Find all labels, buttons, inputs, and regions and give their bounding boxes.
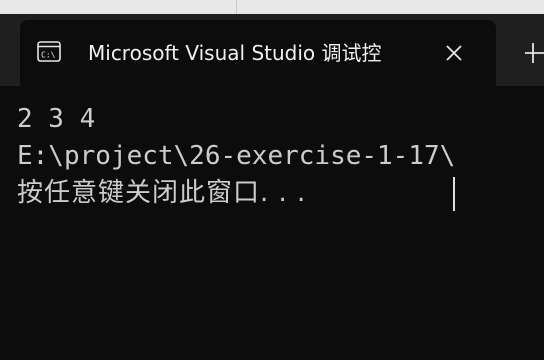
text-cursor <box>453 177 455 211</box>
console-app-icon: C:\ <box>37 41 61 62</box>
taskbar-strip <box>0 0 544 14</box>
console-line: E:\project\26-exercise-1-17\ <box>17 141 456 171</box>
console-output[interactable]: 2 3 4 E:\project\26-exercise-1-17\ 按任意键关… <box>0 86 544 360</box>
console-line: 2 3 4 <box>17 104 96 134</box>
tab-title: Microsoft Visual Studio 调试控 <box>88 41 382 65</box>
svg-text:C:\: C:\ <box>41 51 56 60</box>
plus-icon[interactable] <box>522 40 544 66</box>
console-line: 按任意键关闭此窗口. . . <box>17 178 307 208</box>
tab-debug-console[interactable]: C:\ Microsoft Visual Studio 调试控 <box>20 20 496 86</box>
terminal-window: C:\ Microsoft Visual Studio 调试控 2 3 4 E:… <box>0 0 544 360</box>
title-bar: C:\ Microsoft Visual Studio 调试控 <box>0 0 544 86</box>
divider <box>236 0 237 14</box>
close-icon[interactable] <box>443 42 465 64</box>
